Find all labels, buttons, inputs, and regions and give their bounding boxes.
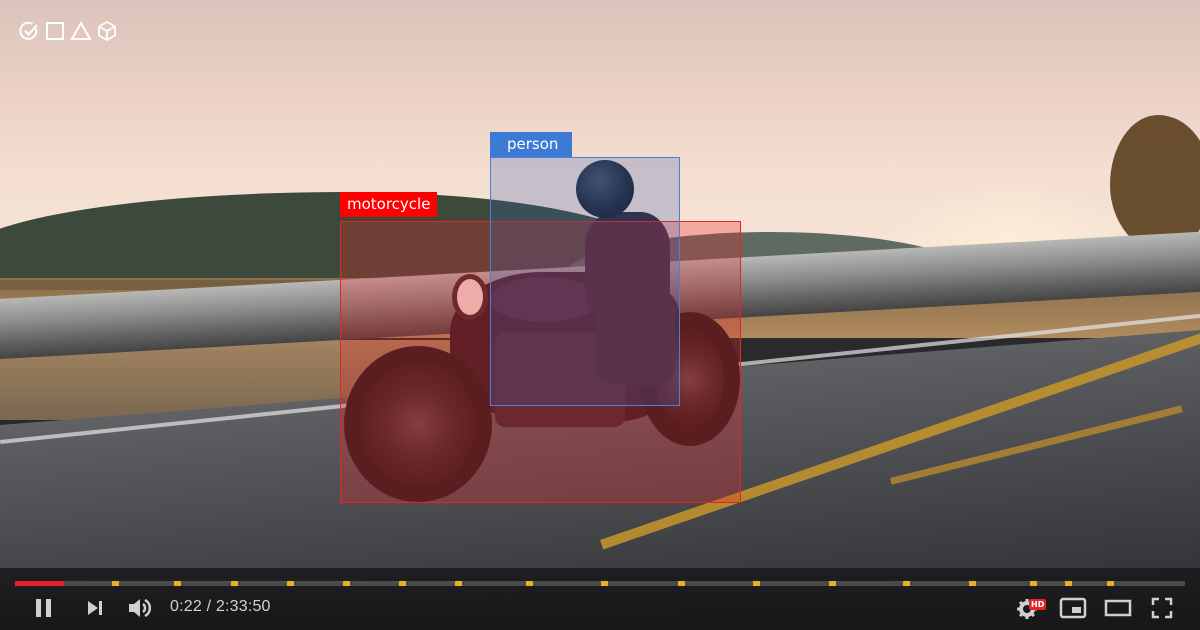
miniplayer-icon [1059,597,1087,619]
volume-icon [129,598,152,618]
cube-icon[interactable] [96,20,118,42]
volume-button[interactable] [127,596,155,620]
chapter-marker[interactable] [287,581,294,586]
chapter-marker[interactable] [678,581,685,586]
chapter-marker[interactable] [1107,581,1114,586]
chapter-marker[interactable] [526,581,533,586]
chapter-marker[interactable] [601,581,608,586]
annotation-toolbar [18,20,118,42]
fullscreen-button[interactable] [1151,597,1173,619]
chapter-marker[interactable] [903,581,910,586]
progress-bar[interactable] [15,581,1185,586]
chapter-marker[interactable] [399,581,406,586]
next-icon [88,601,102,615]
pause-button[interactable] [33,597,55,619]
triangle-icon[interactable] [70,20,92,42]
chapter-marker[interactable] [174,581,181,586]
next-button[interactable] [86,599,106,617]
check-circle-icon[interactable] [18,20,40,42]
miniplayer-button[interactable] [1059,597,1087,619]
chapter-marker[interactable] [455,581,462,586]
chapter-marker[interactable] [231,581,238,586]
hd-badge: HD [1029,599,1047,610]
chapter-marker[interactable] [1065,581,1072,586]
motorcycle-label: motorcycle [340,192,438,217]
chapter-marker[interactable] [1030,581,1037,586]
chapter-marker[interactable] [753,581,760,586]
person-label: person [490,132,572,157]
progress-played [15,581,64,586]
theater-mode-icon [1104,599,1132,617]
chapter-marker[interactable] [112,581,119,586]
time-display: 0:22 / 2:33:50 [170,598,271,615]
fullscreen-icon [1151,597,1173,619]
pause-icon [36,599,51,617]
chapter-marker[interactable] [829,581,836,586]
person-bounding-box[interactable] [490,157,680,406]
chapter-marker[interactable] [969,581,976,586]
chapter-marker[interactable] [343,581,350,586]
theater-mode-button[interactable] [1104,598,1132,618]
square-icon[interactable] [44,20,66,42]
video-frame[interactable]: motorcycle person [0,0,1200,630]
